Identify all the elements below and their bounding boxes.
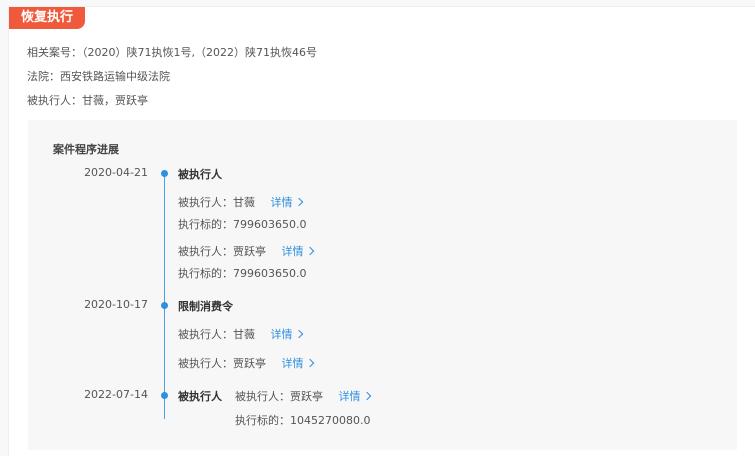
list-item: 被执行人：贾跃亭 详情 bbox=[178, 355, 314, 371]
detail-link[interactable]: 详情 bbox=[282, 245, 314, 258]
event-title: 被执行人 bbox=[178, 390, 222, 403]
panel-title: 案件程序进展 bbox=[53, 143, 119, 156]
event-title: 被执行人 bbox=[178, 168, 222, 181]
event-date: 2020-10-17 bbox=[84, 298, 148, 311]
list-item: 被执行人：贾跃亭 详情 bbox=[235, 388, 371, 404]
list-item: 被执行人：甘薇 详情 bbox=[178, 326, 303, 342]
case-card: 恢复执行 相关案号：（2020）陕71执恢1号,（2022）陕71执恢46号 法… bbox=[8, 6, 755, 456]
timeline-dot bbox=[161, 302, 168, 309]
progress-panel: 案件程序进展 2020-04-21 被执行人 被执行人：甘薇 详情 执行标的：7… bbox=[28, 120, 737, 450]
event-title: 限制消费令 bbox=[178, 300, 233, 313]
detail-link[interactable]: 详情 bbox=[271, 328, 303, 341]
chevron-right-icon bbox=[305, 358, 314, 368]
chevron-right-icon bbox=[362, 391, 371, 401]
list-item: 被执行人：贾跃亭 详情 bbox=[178, 243, 314, 259]
detail-link[interactable]: 详情 bbox=[339, 390, 371, 403]
timeline-dot bbox=[161, 170, 168, 177]
status-tag: 恢复执行 bbox=[9, 7, 86, 29]
detail-link[interactable]: 详情 bbox=[271, 196, 303, 209]
list-item: 被执行人：甘薇 详情 bbox=[178, 194, 303, 210]
defendants: 被执行人：甘薇，贾跃亭 bbox=[27, 94, 148, 107]
list-item: 执行标的：799603650.0 bbox=[178, 267, 307, 280]
case-number: 相关案号：（2020）陕71执恢1号,（2022）陕71执恢46号 bbox=[27, 46, 317, 59]
timeline-dot bbox=[161, 392, 168, 399]
event-date: 2022-07-14 bbox=[84, 388, 148, 401]
detail-link[interactable]: 详情 bbox=[282, 357, 314, 370]
chevron-right-icon bbox=[294, 329, 303, 339]
chevron-right-icon bbox=[294, 197, 303, 207]
court: 法院：西安铁路运输中级法院 bbox=[27, 70, 170, 83]
list-item: 执行标的：799603650.0 bbox=[178, 218, 307, 231]
chevron-right-icon bbox=[305, 246, 314, 256]
event-date: 2020-04-21 bbox=[84, 166, 148, 179]
timeline-line bbox=[164, 172, 165, 419]
list-item: 执行标的：1045270080.0 bbox=[235, 414, 371, 427]
